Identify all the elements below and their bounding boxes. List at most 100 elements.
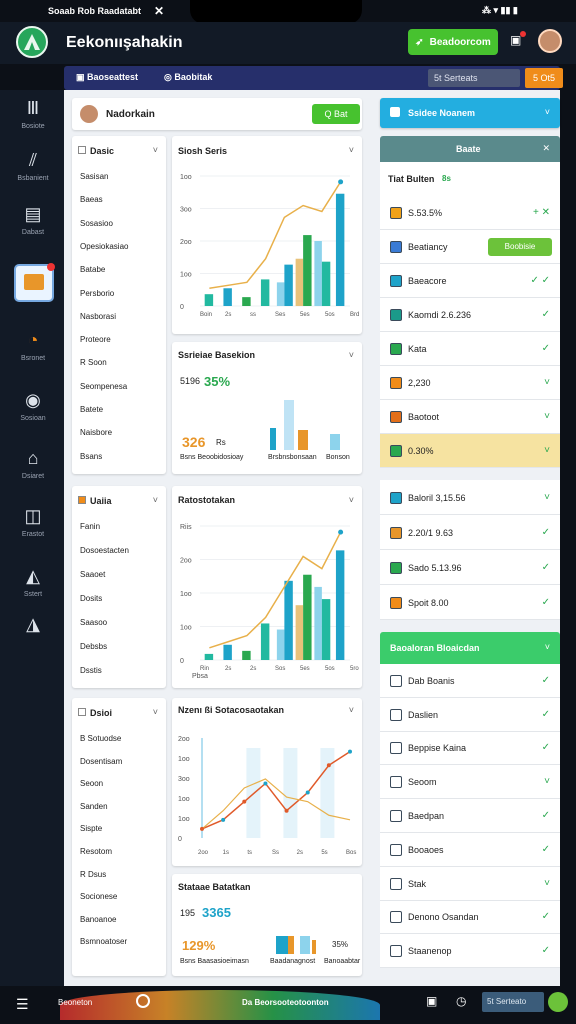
- list-item[interactable]: Batete: [80, 405, 103, 414]
- close-icon[interactable]: ✕: [154, 4, 164, 18]
- right-row[interactable]: Baloril 3,15.56 ˅: [380, 480, 560, 515]
- clock-icon[interactable]: ◷: [456, 994, 466, 1008]
- row-status-icon[interactable]: ˅: [544, 776, 550, 787]
- list-item[interactable]: Dsstis: [80, 666, 102, 675]
- chevron-down-icon[interactable]: ˅: [153, 495, 158, 505]
- nav-search[interactable]: 5t Serteats: [428, 69, 520, 87]
- list-item[interactable]: Debsbs: [80, 642, 107, 651]
- list-item[interactable]: Nasborasi: [80, 312, 116, 321]
- right-row[interactable]: Daslien ✓: [380, 697, 560, 732]
- list-item[interactable]: Seoon: [80, 779, 103, 788]
- right-row[interactable]: Sado 5.13.96 ✓: [380, 550, 560, 585]
- notification-icon[interactable]: ▣: [426, 994, 437, 1008]
- row-status-icon[interactable]: ✓: [542, 709, 550, 720]
- row-action-button[interactable]: Boobisie: [488, 238, 552, 256]
- right-row[interactable]: 2.20/1 9.63 ✓: [380, 515, 560, 550]
- notification-icon[interactable]: ▣: [510, 31, 528, 51]
- sidebar-item-0[interactable]: Ⅲ Bosiote: [8, 98, 58, 146]
- row-status-icon[interactable]: ˅: [544, 492, 550, 503]
- list-item[interactable]: B Sotuodse: [80, 734, 121, 743]
- right-row[interactable]: Staanenop ✓: [380, 934, 560, 969]
- list-item[interactable]: Batabe: [80, 265, 105, 274]
- user-avatar[interactable]: [538, 29, 562, 53]
- list-item[interactable]: Baeas: [80, 195, 103, 204]
- right-row[interactable]: Kata ✓: [380, 332, 560, 366]
- row-status-icon[interactable]: ✓: [542, 844, 550, 855]
- list-item[interactable]: Saaoet: [80, 570, 105, 579]
- row-status-icon[interactable]: ✓: [542, 309, 550, 320]
- checkbox[interactable]: [78, 708, 86, 716]
- close-icon[interactable]: ✕: [542, 143, 550, 154]
- list-item[interactable]: Dosentisam: [80, 757, 122, 766]
- sidebar-item-7[interactable]: ◫ Erastot: [8, 506, 58, 554]
- list-item[interactable]: R Soon: [80, 358, 107, 367]
- list-item[interactable]: Socionese: [80, 892, 117, 901]
- row-status-icon[interactable]: ✓: [542, 810, 550, 821]
- row-status-icon[interactable]: ˅: [544, 411, 550, 422]
- row-status-icon[interactable]: + ✕: [533, 207, 550, 218]
- menu-icon[interactable]: ☰: [16, 996, 29, 1013]
- list-item[interactable]: Opesiokasiao: [80, 242, 128, 251]
- list-item[interactable]: Bsmnoatoser: [80, 937, 127, 946]
- sidebar-item-2[interactable]: ▤ Dabast: [8, 204, 58, 252]
- checkbox[interactable]: [78, 496, 86, 504]
- list-item[interactable]: Proteore: [80, 335, 111, 344]
- row-status-icon[interactable]: ˅: [544, 445, 550, 456]
- list-item[interactable]: Saasoo: [80, 618, 107, 627]
- right-row[interactable]: 0.30% ˅: [380, 434, 560, 468]
- row-status-icon[interactable]: ✓ ✓: [530, 275, 550, 286]
- row-status-icon[interactable]: ✓: [542, 911, 550, 922]
- list-item[interactable]: Sasisan: [80, 172, 108, 181]
- right-row[interactable]: Booaoes ✓: [380, 833, 560, 867]
- right-row[interactable]: Baotoot ˅: [380, 400, 560, 434]
- list-item[interactable]: R Dsus: [80, 870, 106, 879]
- right-row[interactable]: Stak ˅: [380, 866, 560, 901]
- sidebar-item-5[interactable]: ◉ Sosioan: [8, 390, 58, 438]
- list-item[interactable]: Sanden: [80, 802, 108, 811]
- right-top-button[interactable]: Ssidee Noanem ˅: [380, 98, 560, 128]
- row-status-icon[interactable]: ✓: [542, 562, 550, 573]
- list-item[interactable]: Sispte: [80, 824, 102, 833]
- row-status-icon[interactable]: ✓: [542, 945, 550, 956]
- nav-orange-button[interactable]: 5 Ot5: [525, 68, 563, 88]
- list-item[interactable]: Sosasioo: [80, 219, 113, 228]
- row-status-icon[interactable]: ✓: [542, 742, 550, 753]
- sidebar-item-8[interactable]: ◭ Sstert: [8, 566, 58, 614]
- sidebar-item-6[interactable]: ⌂ Dsiaret: [8, 448, 58, 496]
- chevron-down-icon[interactable]: ˅: [153, 707, 158, 717]
- list-item[interactable]: Resotom: [80, 847, 112, 856]
- right-row[interactable]: Baedpan ✓: [380, 799, 560, 833]
- row-status-icon[interactable]: ✓: [542, 675, 550, 686]
- list-item[interactable]: Bsans: [80, 452, 102, 461]
- list-item[interactable]: Naisbore: [80, 428, 112, 437]
- right-row[interactable]: Seoom ˅: [380, 765, 560, 800]
- row-status-icon[interactable]: ˅: [544, 878, 550, 889]
- sidebar-item-9[interactable]: ◮: [8, 614, 58, 662]
- header-action-button[interactable]: ➶ Beadoorcom: [408, 29, 498, 55]
- right-row[interactable]: Dab Boanis ✓: [380, 664, 560, 698]
- right-row[interactable]: Beppise Kaina ✓: [380, 731, 560, 766]
- right-row[interactable]: 2,230 ˅: [380, 366, 560, 400]
- list-item[interactable]: Fanin: [80, 522, 100, 531]
- right-row[interactable]: Beatiancy Boobisie: [380, 230, 560, 264]
- chevron-down-icon[interactable]: ˅: [545, 642, 550, 652]
- nav-item-2[interactable]: ◎ Baobitak: [164, 72, 212, 83]
- row-status-icon[interactable]: ✓: [542, 527, 550, 538]
- right-row[interactable]: S.53.5% + ✕: [380, 196, 560, 230]
- list-item[interactable]: Persborio: [80, 289, 114, 298]
- list-item[interactable]: Dosoestacten: [80, 546, 129, 555]
- chevron-down-icon[interactable]: ˅: [153, 145, 158, 155]
- sidebar-active-item[interactable]: [14, 263, 55, 302]
- right-row[interactable]: Denono Osandan ✓: [380, 900, 560, 935]
- sidebar-item-1[interactable]: ⫽ Bsbanient: [8, 150, 58, 198]
- profile-button[interactable]: Q Bat: [312, 104, 360, 124]
- right-row[interactable]: Kaomdi 2.6.236 ✓: [380, 298, 560, 332]
- right-row[interactable]: Baeacore ✓ ✓: [380, 264, 560, 298]
- row-status-icon[interactable]: ✓: [542, 597, 550, 608]
- list-item[interactable]: Banoanoe: [80, 915, 116, 924]
- right-row[interactable]: Spoit 8.00 ✓: [380, 585, 560, 620]
- record-icon[interactable]: [136, 994, 150, 1008]
- row-status-icon[interactable]: ✓: [542, 343, 550, 354]
- list-item[interactable]: Dosits: [80, 594, 102, 603]
- row-status-icon[interactable]: ˅: [544, 377, 550, 388]
